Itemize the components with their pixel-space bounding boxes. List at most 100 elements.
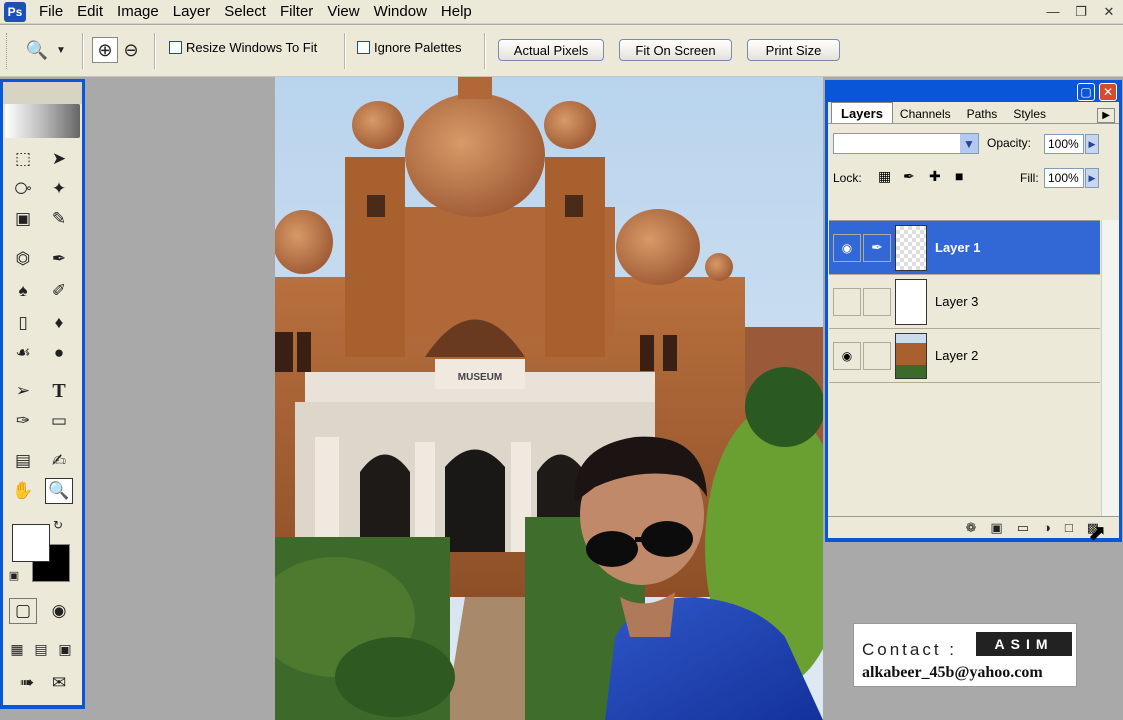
layer-name[interactable]: Layer 1: [935, 240, 981, 255]
menu-window[interactable]: Window: [367, 3, 434, 20]
layer-name[interactable]: Layer 2: [935, 348, 978, 363]
foreground-color-swatch[interactable]: [12, 524, 50, 562]
link-icon[interactable]: [863, 287, 891, 316]
adjustment-layer-icon[interactable]: ◑: [1043, 520, 1051, 535]
fill-input[interactable]: 100%: [1044, 168, 1084, 188]
photoshop-app-icon[interactable]: Ps: [4, 1, 26, 22]
fill-label: Fill:: [1020, 171, 1039, 185]
smudge-tool-icon[interactable]: ☙: [9, 340, 37, 366]
lock-position-icon[interactable]: ✚: [929, 168, 941, 185]
close-icon[interactable]: ✕: [1099, 2, 1119, 21]
chevron-down-icon[interactable]: ▼: [960, 134, 978, 153]
dodge-tool-icon[interactable]: ●: [45, 340, 73, 366]
menu-image[interactable]: Image: [110, 3, 166, 20]
layers-scrollbar[interactable]: [1101, 220, 1119, 538]
zoom-out-icon[interactable]: ⊖: [118, 37, 144, 63]
palette-minimize-icon[interactable]: ▢: [1077, 83, 1095, 101]
tab-layers[interactable]: Layers: [831, 102, 893, 123]
checkbox-box[interactable]: [169, 41, 182, 54]
ignore-palettes-checkbox[interactable]: Ignore Palettes: [357, 40, 461, 55]
tab-paths[interactable]: Paths: [958, 105, 1007, 123]
marquee-tool-icon[interactable]: ⬚: [9, 146, 37, 172]
jump-to-imageready-icon[interactable]: ➠: [9, 670, 45, 696]
new-group-icon[interactable]: ▭: [1017, 520, 1029, 536]
notes-tool-icon[interactable]: ▤: [9, 448, 37, 474]
fit-on-screen-button[interactable]: Fit On Screen: [619, 39, 732, 61]
restore-icon[interactable]: ❐: [1071, 2, 1091, 21]
adobe-feather-logo[interactable]: [5, 104, 80, 138]
paintbrush-link-icon[interactable]: ✒: [863, 233, 891, 262]
path-selection-icon[interactable]: ➢: [9, 378, 37, 404]
new-layer-icon[interactable]: □: [1065, 520, 1073, 535]
checkbox-box[interactable]: [357, 41, 370, 54]
shape-tool-icon[interactable]: ▭: [45, 408, 73, 434]
menu-layer[interactable]: Layer: [166, 3, 218, 20]
imageready-icon[interactable]: ✉: [45, 670, 73, 696]
zoom-in-icon[interactable]: ⊕: [92, 37, 118, 63]
tab-styles[interactable]: Styles: [1004, 105, 1055, 123]
crop-tool-icon[interactable]: ▣: [9, 206, 37, 232]
toolbox-title-bar[interactable]: [3, 82, 82, 104]
tab-channels[interactable]: Channels: [891, 105, 960, 123]
lasso-tool-icon[interactable]: ⧂: [9, 176, 37, 202]
tool-preset-dropdown-icon[interactable]: ▼: [54, 37, 68, 63]
eyedropper-icon[interactable]: ✍: [45, 448, 73, 474]
magic-wand-icon[interactable]: ✦: [45, 176, 73, 202]
visibility-eye-icon[interactable]: [833, 287, 861, 316]
history-brush-icon[interactable]: ✐: [45, 278, 73, 304]
lock-paint-icon[interactable]: ✒: [903, 168, 915, 185]
options-bar-grip[interactable]: [6, 33, 10, 69]
zoom-tool-icon[interactable]: 🔍: [45, 478, 73, 504]
document-canvas[interactable]: MUSEUM: [275, 77, 823, 720]
paint-bucket-icon[interactable]: ♦: [45, 310, 73, 336]
layer-row-layer-1[interactable]: ◉ ✒ Layer 1: [829, 221, 1100, 275]
photo-composite: MUSEUM: [275, 77, 823, 720]
menu-select[interactable]: Select: [217, 3, 273, 20]
swap-colors-icon[interactable]: ↻: [49, 516, 67, 534]
move-tool-icon[interactable]: ➤: [45, 146, 73, 172]
opacity-slider-arrow-icon[interactable]: ▶: [1085, 134, 1099, 154]
healing-brush-icon[interactable]: ⏣: [9, 246, 37, 272]
palette-menu-arrow-icon[interactable]: ▶: [1097, 108, 1115, 123]
lock-transparency-icon[interactable]: ▦: [878, 168, 891, 185]
menu-file[interactable]: File: [32, 3, 70, 20]
hand-tool-icon[interactable]: ✋: [9, 478, 37, 504]
menu-view[interactable]: View: [320, 3, 366, 20]
brush-tool-icon[interactable]: ✒: [45, 246, 73, 272]
screen-mode-standard-icon[interactable]: ▦: [5, 636, 29, 662]
menu-edit[interactable]: Edit: [70, 3, 110, 20]
slice-tool-icon[interactable]: ✎: [45, 206, 73, 232]
clone-stamp-icon[interactable]: ♠: [9, 278, 37, 304]
type-tool-icon[interactable]: T: [45, 378, 73, 404]
layer-row-layer-2[interactable]: ◉ Layer 2: [829, 329, 1100, 383]
fill-slider-arrow-icon[interactable]: ▶: [1085, 168, 1099, 188]
contact-watermark: Contact : ASIM alkabeer_45b@yahoo.com: [853, 623, 1077, 687]
palette-title-bar[interactable]: ▢ ✕: [828, 82, 1119, 102]
visibility-eye-icon[interactable]: ◉: [833, 233, 861, 262]
actual-pixels-button[interactable]: Actual Pixels: [498, 39, 604, 61]
blend-mode-select[interactable]: ▼: [833, 133, 979, 154]
print-size-button[interactable]: Print Size: [747, 39, 840, 61]
add-mask-icon[interactable]: ▣: [990, 520, 1002, 536]
palette-close-icon[interactable]: ✕: [1099, 83, 1117, 101]
visibility-eye-icon[interactable]: ◉: [833, 341, 861, 370]
default-colors-icon[interactable]: ▣: [5, 566, 23, 584]
link-icon[interactable]: [863, 341, 891, 370]
ignore-palettes-label: Ignore Palettes: [374, 40, 462, 55]
layer-row-layer-3[interactable]: Layer 3: [829, 275, 1100, 329]
pen-tool-icon[interactable]: ✑: [9, 408, 37, 434]
lock-all-icon[interactable]: ■: [955, 168, 963, 184]
screen-mode-full-menu-icon[interactable]: ▤: [29, 636, 53, 662]
resize-windows-checkbox[interactable]: Resize Windows To Fit: [169, 40, 317, 55]
standard-mode-icon[interactable]: ▢: [9, 598, 37, 624]
quick-mask-icon[interactable]: ◉: [45, 598, 73, 624]
minimize-icon[interactable]: —: [1043, 2, 1063, 21]
opacity-input[interactable]: 100%: [1044, 134, 1084, 154]
eraser-tool-icon[interactable]: ▯: [9, 310, 37, 336]
layer-style-icon[interactable]: ❁: [965, 520, 976, 536]
zoom-tool-icon[interactable]: 🔍: [24, 37, 50, 63]
menu-help[interactable]: Help: [434, 3, 479, 20]
layer-name[interactable]: Layer 3: [935, 294, 978, 309]
screen-mode-full-icon[interactable]: ▣: [53, 636, 77, 662]
menu-filter[interactable]: Filter: [273, 3, 320, 20]
